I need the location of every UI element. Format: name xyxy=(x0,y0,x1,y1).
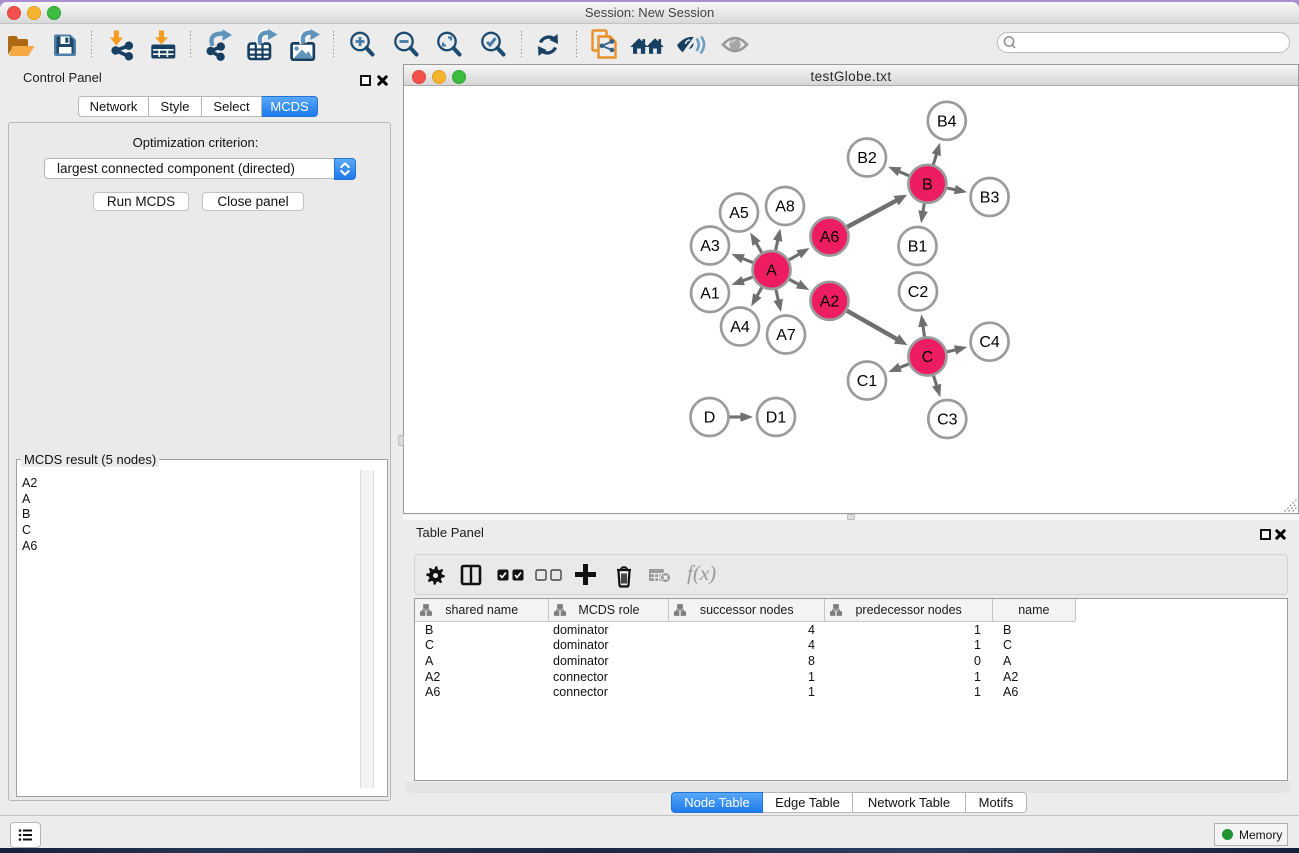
svg-text:B: B xyxy=(922,176,933,193)
svg-text:C4: C4 xyxy=(979,334,1000,351)
svg-text:A4: A4 xyxy=(730,319,750,336)
svg-text:A: A xyxy=(766,263,777,280)
svg-text:A2: A2 xyxy=(820,293,840,310)
svg-text:A7: A7 xyxy=(776,327,796,344)
svg-text:A3: A3 xyxy=(700,238,720,255)
svg-text:D1: D1 xyxy=(766,410,787,427)
svg-text:B3: B3 xyxy=(980,190,1000,207)
svg-text:C2: C2 xyxy=(908,284,929,301)
svg-text:A6: A6 xyxy=(820,229,840,246)
svg-text:B1: B1 xyxy=(908,239,928,256)
svg-text:D: D xyxy=(704,410,716,427)
svg-text:C1: C1 xyxy=(857,373,878,390)
svg-text:C: C xyxy=(922,349,934,366)
svg-text:A5: A5 xyxy=(729,205,749,222)
svg-text:A8: A8 xyxy=(775,199,795,216)
svg-text:B2: B2 xyxy=(857,150,877,167)
svg-text:A1: A1 xyxy=(700,286,720,303)
svg-text:C3: C3 xyxy=(937,412,958,429)
svg-text:B4: B4 xyxy=(937,113,957,130)
